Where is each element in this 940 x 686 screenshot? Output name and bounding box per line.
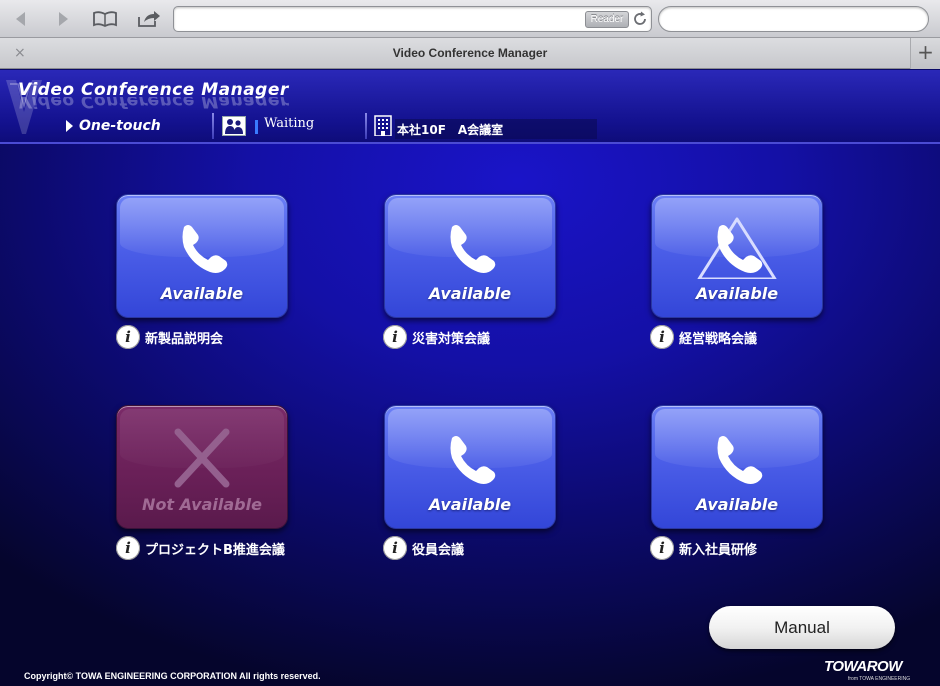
new-tab-button[interactable]: + [910, 38, 940, 69]
info-icon[interactable]: i [383, 325, 407, 349]
info-icon[interactable]: i [650, 536, 674, 560]
conference-tile[interactable]: Available [384, 194, 556, 318]
brand-logo: TOWAROW [824, 658, 902, 675]
status-indicator [255, 120, 258, 134]
conference-name-label: 新製品説明会 [145, 331, 224, 347]
tab-close-icon[interactable]: × [14, 46, 26, 60]
divider [212, 113, 214, 139]
tile-status: Not Available [142, 495, 262, 514]
x-icon [174, 428, 230, 488]
phone-icon [717, 436, 763, 484]
copyright-text: Copyright© TOWA ENGINEERING CORPORATION … [24, 671, 321, 681]
conference-tile[interactable]: Not Available [116, 405, 288, 529]
bookmarks-icon[interactable] [92, 9, 118, 29]
browser-toolbar: Reader [0, 0, 940, 38]
forward-icon[interactable] [52, 9, 74, 29]
conference-name-label: 新入社員研修 [679, 542, 758, 558]
conference-name: i 役員会議 [383, 536, 464, 560]
tile-status: Available [695, 284, 779, 303]
conference-name-label: 役員会議 [412, 542, 465, 558]
conference-name: i 新入社員研修 [650, 536, 757, 560]
share-icon[interactable] [136, 9, 162, 29]
info-icon[interactable]: i [116, 536, 140, 560]
info-icon[interactable]: i [116, 325, 140, 349]
conference-name: i 災害対策会議 [383, 325, 490, 349]
conference-name-label: プロジェクトB推進会議 [145, 542, 285, 558]
info-icon[interactable]: i [650, 325, 674, 349]
manual-button[interactable]: Manual [709, 606, 895, 649]
phone-icon [182, 225, 228, 273]
search-field[interactable] [658, 6, 929, 32]
app-content: Video Conference Manager Video Conferenc… [0, 70, 940, 686]
phone-icon [450, 225, 496, 273]
conference-name: i 新製品説明会 [116, 325, 223, 349]
reader-button[interactable]: Reader [585, 11, 629, 28]
conference-tile[interactable]: Available [651, 405, 823, 529]
conference-name-label: 災害対策会議 [412, 331, 491, 347]
conference-tile[interactable]: Available [384, 405, 556, 529]
tab-bar: Video Conference Manager × + [0, 38, 940, 69]
divider [365, 113, 367, 139]
address-bar[interactable] [173, 6, 652, 32]
conference-tile[interactable]: Available [651, 194, 823, 318]
reload-icon[interactable] [632, 11, 648, 27]
status-label: Waiting [264, 116, 315, 131]
tile-status: Available [428, 495, 512, 514]
conference-name: i プロジェクトB推進会議 [116, 536, 285, 560]
tile-status: Available [695, 495, 779, 514]
people-icon [222, 116, 246, 136]
building-icon [374, 115, 392, 136]
tile-status: Available [428, 284, 512, 303]
conference-name-label: 経営戦略会議 [679, 331, 758, 347]
info-icon[interactable]: i [383, 536, 407, 560]
phone-warning-icon [697, 217, 777, 279]
tile-status: Available [160, 284, 244, 303]
play-icon [66, 120, 73, 132]
back-icon[interactable] [10, 9, 32, 29]
app-title-reflection: Video Conference Manager [18, 97, 289, 111]
tab-title[interactable]: Video Conference Manager [0, 38, 940, 69]
brand-subtitle: from TOWA ENGINEERING [848, 676, 911, 682]
conference-name: i 経営戦略会議 [650, 325, 757, 349]
mode-one-touch[interactable]: One-touch [66, 117, 161, 135]
phone-icon [450, 436, 496, 484]
conference-tile[interactable]: Available [116, 194, 288, 318]
app-header: Video Conference Manager Video Conferenc… [0, 70, 940, 144]
mode-label: One-touch [79, 118, 161, 134]
room-label: 本社10F A会議室 [397, 123, 504, 137]
